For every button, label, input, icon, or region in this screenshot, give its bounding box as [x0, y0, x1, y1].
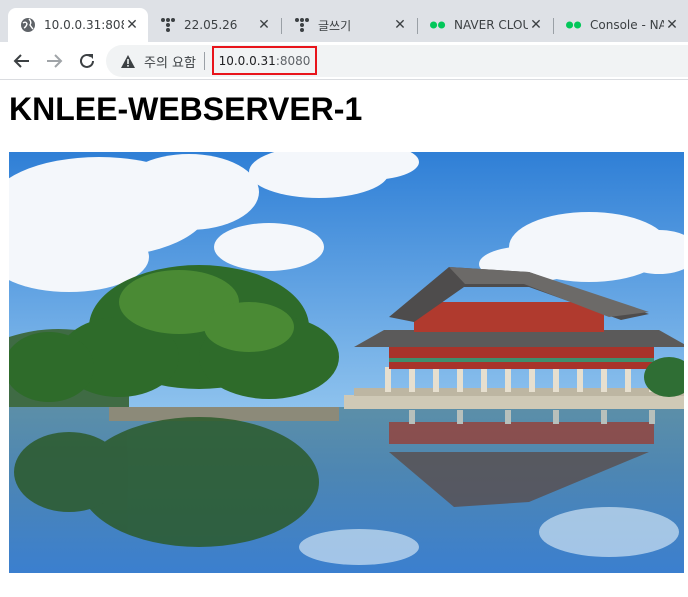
- page-heading: KNLEE-WEBSERVER-1: [9, 91, 363, 127]
- tab-title: Console - NAVER: [590, 18, 664, 32]
- omnibox-divider: [203, 52, 205, 70]
- arrow-left-icon: [13, 54, 29, 68]
- tab-4[interactable]: NAVER CLOUD ✕: [418, 8, 552, 42]
- browser-toolbar: 주의 요함: [0, 42, 688, 80]
- address-bar[interactable]: 주의 요함: [106, 45, 688, 77]
- tab-title: NAVER CLOUD: [454, 18, 528, 32]
- tistory-icon: [160, 17, 176, 33]
- url-text[interactable]: 10.0.0.31:8080: [212, 46, 317, 75]
- back-button[interactable]: [8, 47, 36, 75]
- close-icon[interactable]: ✕: [528, 17, 544, 33]
- tab-title: 글쓰기: [318, 18, 352, 33]
- reload-button[interactable]: [73, 47, 101, 75]
- pavilion-photo: [9, 152, 684, 573]
- tab-strip: 10.0.0.31:8080 ✕ 22.05.26 ✕ 글쓰기 ✕ NAVER …: [0, 0, 688, 42]
- arrow-right-icon: [47, 54, 63, 68]
- tab-5[interactable]: Console - NAVER ✕: [554, 8, 688, 42]
- tab-title: 22.05.26: [184, 18, 238, 32]
- forward-button[interactable]: [40, 47, 68, 75]
- warning-icon[interactable]: [120, 53, 136, 69]
- security-status[interactable]: 주의 요함: [144, 52, 196, 71]
- tab-title: 10.0.0.31:8080: [44, 18, 124, 32]
- reload-icon: [80, 53, 94, 68]
- naver-cloud-icon: [566, 17, 582, 33]
- page-content: KNLEE-WEBSERVER-1: [0, 81, 688, 597]
- tab-3[interactable]: 글쓰기 ✕: [282, 8, 416, 42]
- close-icon[interactable]: ✕: [124, 17, 140, 33]
- naver-cloud-icon: [430, 17, 446, 33]
- url-host: 10.0.0.31: [218, 53, 276, 68]
- tab-2[interactable]: 22.05.26 ✕: [148, 8, 280, 42]
- close-icon[interactable]: ✕: [256, 17, 272, 33]
- url-port: :8080: [275, 53, 311, 68]
- close-icon[interactable]: ✕: [664, 17, 680, 33]
- close-icon[interactable]: ✕: [392, 17, 408, 33]
- globe-icon: [20, 17, 36, 33]
- tab-1[interactable]: 10.0.0.31:8080 ✕: [8, 8, 148, 42]
- tistory-icon: [294, 17, 310, 33]
